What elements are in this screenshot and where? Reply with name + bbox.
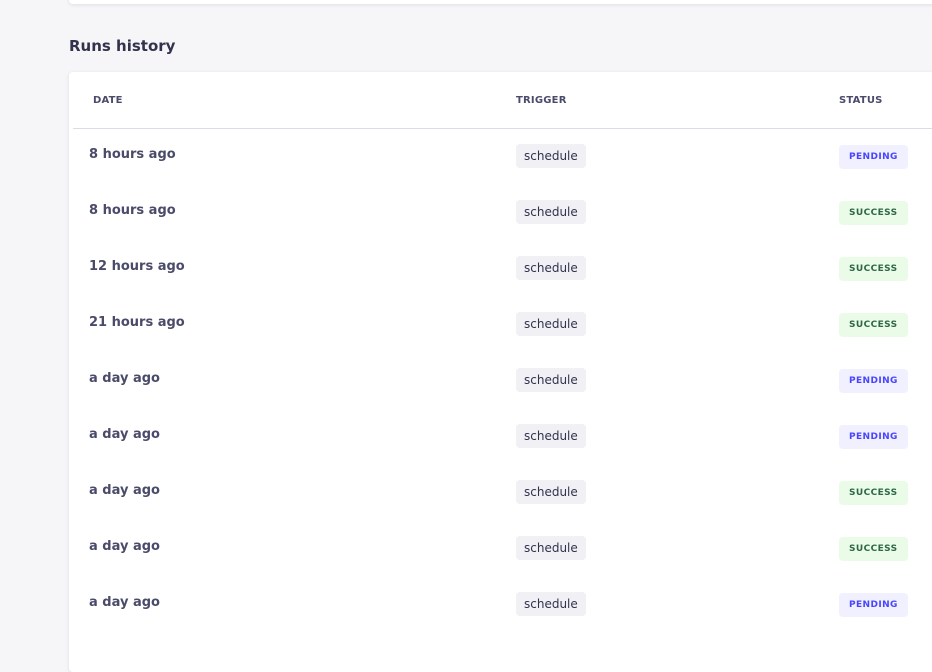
trigger-tag: schedule	[516, 480, 586, 504]
status-badge: PENDING	[839, 145, 908, 169]
trigger-tag: schedule	[516, 368, 586, 392]
status-badge: SUCCESS	[839, 201, 908, 225]
status-badge: SUCCESS	[839, 257, 908, 281]
status-badge: PENDING	[839, 593, 908, 617]
column-header-trigger[interactable]: TRIGGER	[516, 95, 567, 107]
runs-history-table: DATE TRIGGER STATUS 8 hours ago schedule…	[69, 72, 932, 672]
run-date: a day ago	[89, 539, 160, 554]
trigger-tag: schedule	[516, 592, 586, 616]
table-row[interactable]: a day ago schedule SUCCESS	[69, 520, 932, 576]
trigger-tag: schedule	[516, 536, 586, 560]
table-row[interactable]: a day ago schedule PENDING	[69, 576, 932, 632]
run-date: 8 hours ago	[89, 203, 176, 218]
run-date: a day ago	[89, 371, 160, 386]
run-date: a day ago	[89, 427, 160, 442]
column-header-status[interactable]: STATUS	[839, 95, 883, 107]
table-header: DATE TRIGGER STATUS	[73, 72, 932, 129]
status-badge: PENDING	[839, 425, 908, 449]
status-badge: SUCCESS	[839, 481, 908, 505]
run-date: a day ago	[89, 595, 160, 610]
run-date: a day ago	[89, 483, 160, 498]
trigger-tag: schedule	[516, 256, 586, 280]
run-date: 8 hours ago	[89, 147, 176, 162]
table-row[interactable]: 21 hours ago schedule SUCCESS	[69, 296, 932, 352]
run-date: 21 hours ago	[89, 315, 185, 330]
trigger-tag: schedule	[516, 424, 586, 448]
status-badge: PENDING	[839, 369, 908, 393]
table-row[interactable]: 8 hours ago schedule SUCCESS	[69, 184, 932, 240]
table-row[interactable]: a day ago schedule PENDING	[69, 408, 932, 464]
section-title: Runs history	[69, 37, 176, 55]
status-badge: SUCCESS	[839, 537, 908, 561]
top-panel	[69, 0, 932, 4]
table-row[interactable]: 12 hours ago schedule SUCCESS	[69, 240, 932, 296]
table-row[interactable]: 8 hours ago schedule PENDING	[69, 128, 932, 184]
table-row[interactable]: a day ago schedule PENDING	[69, 352, 932, 408]
trigger-tag: schedule	[516, 200, 586, 224]
column-header-date[interactable]: DATE	[93, 95, 123, 107]
table-row[interactable]: a day ago schedule SUCCESS	[69, 464, 932, 520]
status-badge: SUCCESS	[839, 313, 908, 337]
trigger-tag: schedule	[516, 144, 586, 168]
run-date: 12 hours ago	[89, 259, 185, 274]
trigger-tag: schedule	[516, 312, 586, 336]
